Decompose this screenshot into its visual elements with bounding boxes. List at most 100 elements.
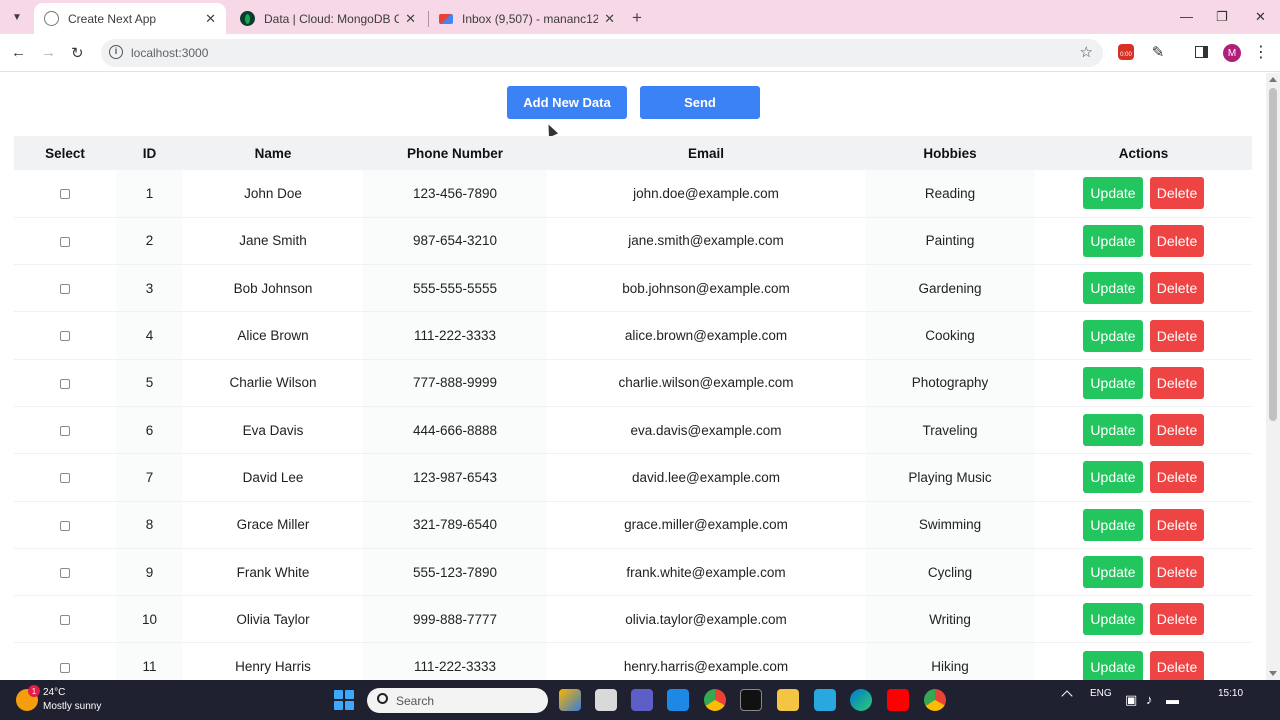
row-checkbox[interactable] [60, 615, 70, 626]
folder-icon[interactable] [777, 689, 799, 711]
tab-mongodb[interactable]: Data | Cloud: MongoDB Cloud ✕ [230, 3, 426, 34]
profile-avatar[interactable]: M [1223, 44, 1241, 62]
id-cell: 10 [116, 595, 183, 644]
gmail-icon [439, 13, 453, 24]
show-hidden-icons-icon[interactable] [1061, 690, 1073, 702]
row-checkbox[interactable] [60, 331, 70, 342]
extensions-puzzle-icon[interactable]: ✎ [1149, 43, 1167, 61]
close-tab-icon[interactable]: ✕ [205, 11, 216, 27]
scroll-down-icon[interactable] [1269, 671, 1277, 676]
row-checkbox[interactable] [60, 567, 70, 578]
back-arrow-icon[interactable]: ← [11, 44, 26, 61]
update-button[interactable]: Update [1083, 603, 1143, 636]
update-button[interactable]: Update [1083, 224, 1143, 257]
update-button[interactable]: Update [1083, 556, 1143, 589]
side-panel-icon[interactable] [1192, 43, 1210, 61]
delete-button[interactable]: Delete [1150, 650, 1204, 683]
hobby-cell: Cooking [865, 311, 1035, 360]
delete-button[interactable]: Delete [1150, 414, 1204, 447]
update-button[interactable]: Update [1083, 272, 1143, 305]
update-button[interactable]: Update [1083, 414, 1143, 447]
tab-gmail[interactable]: Inbox (9,507) - mananc12@gm ✕ [429, 3, 625, 34]
row-checkbox[interactable] [60, 236, 70, 247]
update-button[interactable]: Update [1083, 177, 1143, 210]
delete-button[interactable]: Delete [1150, 508, 1204, 541]
file-manager-icon[interactable] [595, 689, 617, 711]
update-button[interactable]: Update [1083, 508, 1143, 541]
reload-icon[interactable]: ↻ [71, 44, 84, 62]
actions-cell: Update Delete [1035, 501, 1252, 549]
new-tab-icon[interactable]: + [632, 8, 642, 28]
row-checkbox[interactable] [60, 284, 70, 295]
address-bar[interactable]: i localhost:3000 ☆ [101, 39, 1103, 67]
email-cell: olivia.taylor@example.com [547, 595, 865, 644]
chrome-icon[interactable] [704, 689, 726, 711]
youtube-icon[interactable] [887, 689, 909, 711]
actions-cell: Update Delete [1035, 595, 1252, 644]
clock-time[interactable]: 15:10 [1218, 688, 1243, 699]
taskbar-search[interactable]: Search [367, 688, 548, 713]
id-cell: 5 [116, 359, 183, 407]
close-tab-icon[interactable]: ✕ [604, 11, 615, 27]
row-checkbox[interactable] [60, 662, 70, 673]
teams-icon[interactable] [631, 689, 653, 711]
weather-badge: 1 [28, 685, 40, 697]
hobby-cell: Reading [865, 170, 1035, 218]
id-cell: 2 [116, 217, 183, 266]
volume-icon[interactable]: ♪ [1146, 692, 1153, 707]
id-cell: 6 [116, 406, 183, 455]
minimize-icon[interactable]: — [1180, 9, 1193, 24]
site-info-icon[interactable]: i [109, 45, 123, 59]
tab-create-next-app[interactable]: Create Next App ✕ [34, 3, 226, 34]
extension-record-icon[interactable]: 0:00 [1117, 43, 1135, 61]
windows-start-icon[interactable] [334, 690, 354, 710]
email-cell: david.lee@example.com [547, 453, 865, 502]
row-checkbox[interactable] [60, 426, 70, 437]
browser-toolbar: ← → ↻ i localhost:3000 ☆ 0:00 ✎ ⋮ [0, 34, 1280, 72]
vscode-icon[interactable] [667, 689, 689, 711]
id-cell: 8 [116, 501, 183, 549]
row-checkbox[interactable] [60, 520, 70, 531]
row-checkbox[interactable] [60, 473, 70, 484]
terminal-icon[interactable] [740, 689, 762, 711]
vertical-scrollbar[interactable] [1266, 73, 1280, 680]
row-checkbox[interactable] [60, 189, 70, 200]
scroll-up-icon[interactable] [1269, 77, 1277, 82]
bookmark-star-icon[interactable]: ☆ [1080, 43, 1093, 61]
close-window-icon[interactable]: ✕ [1255, 9, 1266, 25]
close-tab-icon[interactable]: ✕ [405, 11, 416, 27]
store-icon[interactable] [814, 689, 836, 711]
delete-button[interactable]: Delete [1150, 366, 1204, 399]
update-button[interactable]: Update [1083, 366, 1143, 399]
select-cell [14, 359, 116, 407]
row-checkbox[interactable] [60, 378, 70, 389]
delete-button[interactable]: Delete [1150, 319, 1204, 352]
name-cell: Bob Johnson [183, 264, 363, 313]
update-button[interactable]: Update [1083, 650, 1143, 683]
edge-icon[interactable] [850, 689, 872, 711]
send-button[interactable]: Send [640, 86, 760, 119]
forward-arrow-icon[interactable]: → [41, 44, 56, 61]
add-new-data-button[interactable]: Add New Data [507, 86, 627, 119]
delete-button[interactable]: Delete [1150, 177, 1204, 210]
tab-search-icon[interactable]: ▼ [6, 7, 28, 27]
taskbar-search-label: Search [396, 694, 435, 708]
delete-button[interactable]: Delete [1150, 272, 1204, 305]
more-menu-icon[interactable]: ⋮ [1252, 43, 1270, 61]
battery-icon[interactable]: ▬ [1166, 692, 1179, 707]
scrollbar-thumb[interactable] [1269, 88, 1277, 421]
language-indicator[interactable]: ENG [1090, 688, 1112, 699]
copilot-icon[interactable] [559, 689, 581, 711]
maximize-icon[interactable]: ❐ [1216, 9, 1228, 25]
phone-cell: 111-222-3333 [363, 311, 547, 360]
network-icon[interactable]: ▣ [1125, 692, 1137, 708]
update-button[interactable]: Update [1083, 319, 1143, 352]
phone-cell: 777-888-9999 [363, 359, 547, 407]
chrome-active-icon[interactable] [924, 689, 946, 711]
delete-button[interactable]: Delete [1150, 603, 1204, 636]
update-button[interactable]: Update [1083, 461, 1143, 494]
delete-button[interactable]: Delete [1150, 556, 1204, 589]
delete-button[interactable]: Delete [1150, 461, 1204, 494]
delete-button[interactable]: Delete [1150, 224, 1204, 257]
table-row: 1 John Doe 123-456-7890 john.doe@example.co… [14, 170, 1252, 218]
